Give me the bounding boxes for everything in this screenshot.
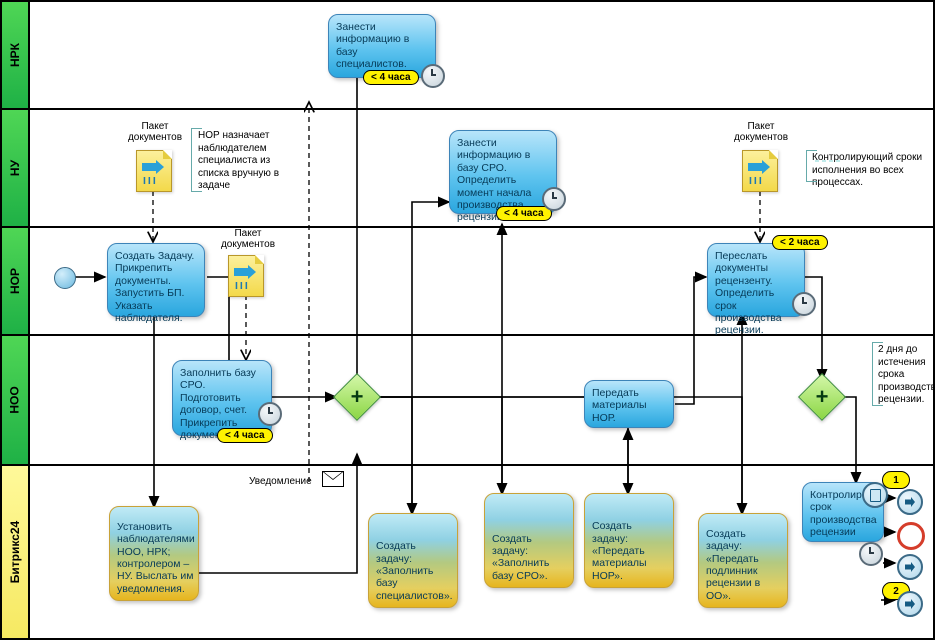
task-noo-pass: Передать материалы НОР. — [584, 380, 674, 428]
task-text: Создать Задачу. Прикрепить документы. За… — [115, 250, 194, 324]
lane-label-b24: Битрикс24 — [2, 464, 30, 638]
link-throw-event-3 — [897, 591, 923, 617]
task-b24-spec: Создать задачу: «Заполнить базу специали… — [368, 513, 458, 608]
bracket-icon — [191, 128, 202, 192]
task-nu-db: Занести информацию в базу СРО. Определит… — [449, 130, 557, 214]
mail-icon — [322, 471, 344, 487]
task-b24-mat: Создать задачу: «Передать материалы НОР»… — [584, 493, 674, 588]
task-b24-sro: Создать задачу: «Заполнить базу СРО». — [484, 493, 574, 588]
note-hop: НОР назначает наблюдателем специалиста и… — [198, 130, 294, 193]
end-event — [897, 522, 925, 550]
doc-label-3: Пакет документов — [218, 228, 278, 250]
pill-4h-noo: < 4 часа — [217, 428, 273, 443]
doc-icon-2: III — [742, 150, 778, 192]
task-noo-fill: Заполнить базу СРО. Подготовить договор,… — [172, 360, 272, 436]
link-badge-1: 1 — [882, 471, 910, 489]
task-nor-fwd: Переслать документы рецензенту. Определи… — [707, 243, 805, 317]
bpmn-diagram: НРК НУ НОР НОО Битрикс24 — [0, 0, 935, 640]
lane-text: НОО — [8, 386, 22, 413]
timer-icon — [792, 292, 816, 316]
pill-4h-nrk: < 4 часа — [363, 70, 419, 85]
link-throw-event-1 — [897, 489, 923, 515]
task-text: Передать материалы НОР. — [592, 387, 647, 424]
link-throw-event-2 — [897, 554, 923, 580]
bracket-icon — [806, 150, 817, 182]
doc-icon-3: III — [228, 255, 264, 297]
lane-label-nor: НОР — [2, 226, 30, 334]
timer-icon — [859, 542, 883, 566]
lane-text: Битрикс24 — [8, 521, 22, 583]
task-text: Переслать документы рецензенту. Определи… — [715, 250, 782, 336]
lane-text: НУ — [8, 160, 22, 176]
task-nor-create: Создать Задачу. Прикрепить документы. За… — [107, 243, 205, 317]
doc-label-1: Пакет документов — [125, 121, 185, 143]
pill-4h-nu: < 4 часа — [496, 206, 552, 221]
task-text: Создать задачу: «Передать материалы НОР»… — [592, 520, 666, 582]
note-notify: Уведомление — [249, 476, 312, 489]
task-text: Создать задачу: «Передать подлинник реце… — [706, 528, 780, 602]
lane-row-nrk — [30, 2, 933, 108]
doc-label-2: Пакет документов — [731, 121, 791, 143]
task-text: Создать задачу: «Заполнить базу СРО». — [492, 533, 566, 583]
pill-2h: < 2 часа — [772, 235, 828, 250]
lane-labels: НРК НУ НОР НОО Битрикс24 — [2, 2, 30, 638]
timer-icon — [421, 64, 445, 88]
lane-label-noo: НОО — [2, 334, 30, 464]
task-b24-watch: Установить наблюдателями НОО, НРК; контр… — [109, 506, 199, 601]
task-b24-orig: Создать задачу: «Передать подлинник реце… — [698, 513, 788, 608]
bracket-icon — [872, 342, 883, 406]
timer-icon — [258, 402, 282, 426]
lane-text: НОР — [8, 268, 22, 294]
timer-icon — [542, 187, 566, 211]
note-deadline: 2 дня до истечения срока производства ре… — [878, 344, 932, 407]
task-text: Занести информацию в базу специалистов. — [336, 21, 409, 70]
doc-icon-1: III — [136, 150, 172, 192]
start-event — [54, 267, 76, 289]
lane-text: НРК — [8, 43, 22, 67]
lane-label-nrk: НРК — [2, 2, 30, 108]
note-ctrl: Контролирующий сроки исполнения во всех … — [812, 152, 930, 190]
lane-label-nu: НУ — [2, 108, 30, 226]
task-nrk-db: Занести информацию в базу специалистов. — [328, 14, 436, 78]
task-text: Установить наблюдателями НОО, НРК; контр… — [117, 521, 195, 595]
task-text: Создать задачу: «Заполнить базу специали… — [376, 540, 453, 602]
lane-row-noo — [30, 334, 933, 464]
